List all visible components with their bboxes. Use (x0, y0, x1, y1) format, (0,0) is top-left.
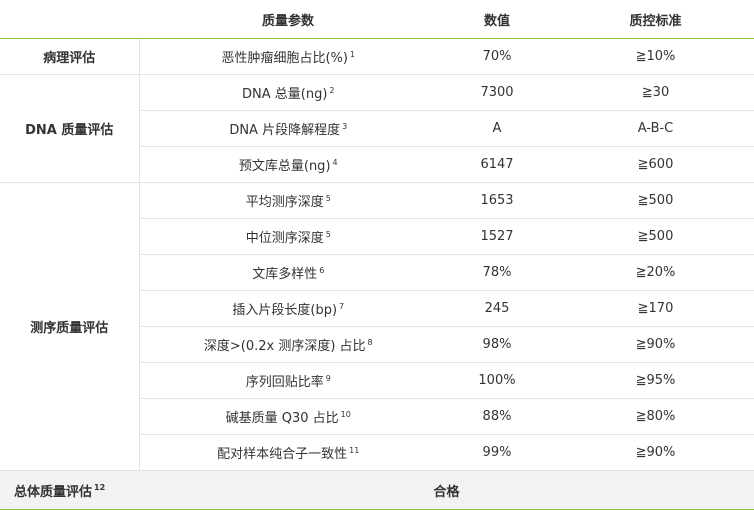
footnote-mark: 9 (325, 373, 331, 383)
value-cell: 1653 (437, 182, 557, 219)
standard-cell: ≧500 (557, 218, 754, 255)
value-cell: A (437, 110, 557, 147)
group-label-dna: DNA 质量评估 (0, 74, 140, 183)
value-cell: 7300 (437, 74, 557, 111)
param-cell: 中位测序深度 5 (139, 218, 437, 255)
standard-cell: ≧90% (557, 434, 754, 471)
param-text: 插入片段长度(bp) (232, 303, 338, 318)
standard-cell: ≧500 (557, 182, 754, 219)
param-text: 恶性肿瘤细胞占比(%) (221, 51, 348, 66)
value-cell: 70% (437, 38, 557, 75)
standard-cell: A-B-C (557, 110, 754, 147)
footnote-mark: 1 (349, 49, 356, 59)
qc-table: 质量参数 数值 质控标准 病理评估 恶性肿瘤细胞占比(%) 1 70% ≧10% … (0, 0, 754, 510)
param-text: 平均测序深度 (245, 195, 324, 210)
param-cell: 文库多样性 6 (139, 254, 437, 291)
standard-cell: ≧95% (557, 362, 754, 399)
table-body: 病理评估 恶性肿瘤细胞占比(%) 1 70% ≧10% DNA 质量评估 DNA … (0, 38, 754, 471)
param-cell: 序列回贴比率 9 (139, 362, 437, 399)
overall-result: 合格 (139, 470, 754, 510)
param-text: 深度>(0.2x 测序深度) 占比 (203, 339, 366, 354)
footnote-mark: 5 (325, 193, 331, 203)
param-text: 中位测序深度 (245, 231, 324, 246)
param-text: DNA 片段降解程度 (229, 123, 341, 138)
param-cell: 平均测序深度 5 (139, 182, 437, 219)
table-header: 质量参数 数值 质控标准 (0, 0, 754, 39)
standard-cell: ≧20% (557, 254, 754, 291)
param-cell: 深度>(0.2x 测序深度) 占比 8 (139, 326, 437, 363)
group-label-sequencing: 测序质量评估 (0, 182, 140, 471)
value-cell: 100% (437, 362, 557, 399)
param-text: 配对样本纯合子一致性 (217, 447, 348, 462)
param-cell: 恶性肿瘤细胞占比(%) 1 (139, 38, 437, 75)
group-label-pathology: 病理评估 (0, 38, 140, 75)
footnote-mark: 3 (342, 121, 348, 131)
standard-cell: ≧30 (557, 74, 754, 111)
standard-cell: ≧90% (557, 326, 754, 363)
footnote-mark: 11 (349, 445, 360, 455)
value-cell: 245 (437, 290, 557, 327)
footnote-mark: 6 (319, 265, 325, 275)
overall-label-cell: 总体质量评估 12 (0, 470, 139, 510)
standard-cell: ≧10% (557, 38, 754, 75)
standard-cell: ≧80% (557, 398, 754, 435)
header-param: 质量参数 (139, 0, 437, 39)
footnote-mark: 10 (340, 409, 351, 419)
value-cell: 6147 (437, 146, 557, 183)
standard-cell: ≧600 (557, 146, 754, 183)
param-cell: 碱基质量 Q30 占比 10 (139, 398, 437, 435)
value-cell: 78% (437, 254, 557, 291)
param-text: 预文库总量(ng) (238, 159, 331, 174)
header-value: 数值 (437, 0, 557, 39)
footnote-mark: 12 (94, 483, 106, 493)
value-cell: 1527 (437, 218, 557, 255)
footnote-mark: 5 (325, 229, 331, 239)
table-row: 测序质量评估 平均测序深度 5 1653 ≧500 (0, 182, 754, 471)
value-cell: 88% (437, 398, 557, 435)
overall-row: 总体质量评估 12 合格 (0, 470, 754, 510)
footnote-mark: 2 (329, 85, 335, 95)
param-cell: 插入片段长度(bp) 7 (139, 290, 437, 327)
header-group (0, 0, 139, 39)
param-cell: 预文库总量(ng) 4 (139, 146, 437, 183)
header-standard: 质控标准 (557, 0, 754, 39)
footnote-mark: 7 (339, 301, 345, 311)
param-cell: DNA 片段降解程度 3 (139, 110, 437, 147)
value-cell: 99% (437, 434, 557, 471)
param-text: 碱基质量 Q30 占比 (225, 411, 339, 426)
value-cell: 98% (437, 326, 557, 363)
standard-cell: ≧170 (557, 290, 754, 327)
param-cell: 配对样本纯合子一致性 11 (139, 434, 437, 471)
table-row: 病理评估 恶性肿瘤细胞占比(%) 1 70% ≧10% (0, 38, 754, 75)
param-text: 文库多样性 (252, 267, 318, 282)
param-text: DNA 总量(ng) (242, 87, 328, 102)
param-cell: DNA 总量(ng) 2 (139, 74, 437, 111)
overall-label: 总体质量评估 (14, 484, 93, 500)
footnote-mark: 8 (367, 337, 373, 347)
header-row: 质量参数 数值 质控标准 (0, 0, 754, 39)
footnote-mark: 4 (332, 157, 338, 167)
param-text: 序列回贴比率 (245, 375, 324, 390)
table-footer: 总体质量评估 12 合格 (0, 470, 754, 510)
table-row: DNA 质量评估 DNA 总量(ng) 2 7300 ≧30 (0, 74, 754, 183)
